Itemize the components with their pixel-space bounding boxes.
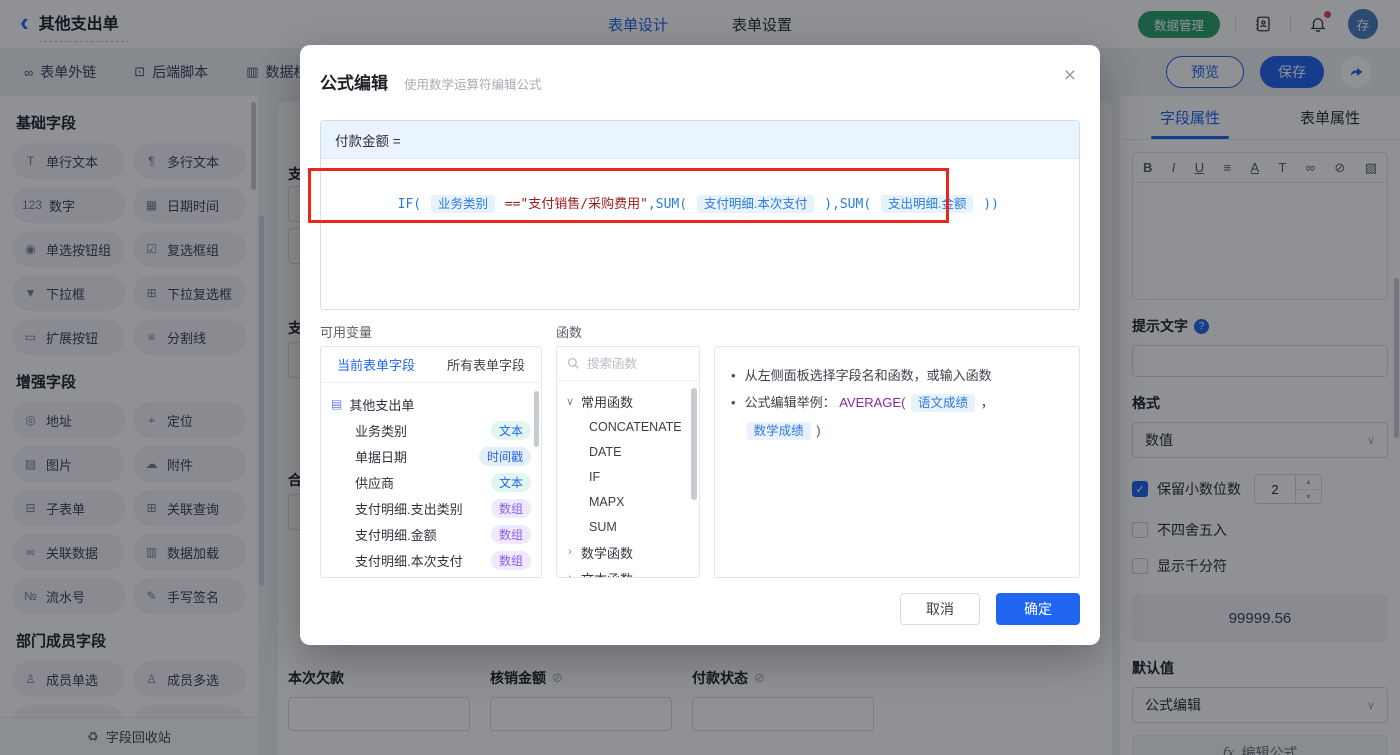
chevron-right-icon [565, 546, 575, 558]
formula-token: )) [975, 197, 999, 213]
cancel-button[interactable]: 取消 [900, 593, 980, 625]
function-item[interactable]: DATE [565, 439, 699, 464]
tip-line-1: • 从左侧面板选择字段名和函数，或输入函数 [731, 362, 1063, 389]
field-type-badge: 数组 [490, 550, 531, 570]
function-item[interactable]: SUM [565, 514, 699, 539]
field-type-badge: 数组 [490, 524, 531, 544]
formula-edit-modal: 公式编辑 使用数学运算符编辑公式 × 付款金额 = IF( 业务类别 =="支付… [300, 45, 1100, 645]
formula-token: =="支付销售/采购费用" [496, 197, 648, 213]
variables-box: 当前表单字段 所有表单字段 ▤ 其他支出单 业务类别 文本 单据日期 时间戳 供… [320, 346, 542, 578]
variables-label: 可用变量 [320, 325, 373, 340]
modal-subtitle: 使用数学运算符编辑公式 [404, 78, 542, 92]
functions-column: 函数 ∨ 常用函数 CONCATENATEDATEIFMAPXSUM [556, 310, 700, 578]
tip-line-2: • 公式编辑举例： AVERAGE( 语文成绩 ， 数学成绩 ) [731, 389, 1063, 445]
close-icon[interactable]: × [1064, 65, 1076, 86]
modal-footer: 取消 确定 [900, 593, 1080, 625]
function-group[interactable]: 文本函数 [565, 565, 699, 578]
modal-title: 公式编辑 [320, 74, 388, 93]
field-type-badge: 文本 [490, 472, 531, 492]
formula-editor: 付款金额 = IF( 业务类别 =="支付销售/采购费用",SUM( 支付明细.… [320, 120, 1080, 310]
chevron-right-icon [565, 572, 575, 577]
variable-field[interactable]: 支付明细.金额 数组 [331, 521, 541, 547]
bullet-icon: • [731, 395, 736, 410]
functions-box: ∨ 常用函数 CONCATENATEDATEIFMAPXSUM 数学函数 [556, 346, 700, 578]
variables-tree: ▤ 其他支出单 业务类别 文本 单据日期 时间戳 供应商 文本 支付明细.支出类… [321, 383, 541, 573]
chevron-down-icon: ∨ [565, 395, 575, 408]
bullet-icon: • [731, 368, 736, 383]
field-type-badge: 时间戳 [478, 446, 531, 466]
tab-all-form-fields[interactable]: 所有表单字段 [431, 347, 541, 382]
variable-field[interactable]: 支付明细.本次支付 数组 [331, 547, 541, 573]
formula-token: 业务类别 [430, 195, 495, 214]
modal-body: 可用变量 当前表单字段 所有表单字段 ▤ 其他支出单 业务类别 文本 单据日期 … [320, 310, 1080, 578]
variable-field[interactable]: 支付明细.支出类别 数组 [331, 495, 541, 521]
formula-input[interactable]: IF( 业务类别 =="支付销售/采购费用",SUM( 支付明细.本次支付 ),… [321, 159, 1079, 251]
variable-field[interactable]: 业务类别 文本 [331, 417, 541, 443]
function-tree: ∨ 常用函数 CONCATENATEDATEIFMAPXSUM 数学函数 [557, 381, 699, 578]
variables-root[interactable]: ▤ 其他支出单 [331, 391, 541, 417]
variable-field[interactable]: 单据日期 时间戳 [331, 443, 541, 469]
functions-scrollbar[interactable] [691, 388, 697, 500]
example-field-chip: 语文成绩 [911, 394, 976, 412]
function-search [557, 347, 699, 381]
formula-token: ),SUM( [816, 197, 879, 213]
variables-scrollbar[interactable] [534, 391, 539, 447]
tips-column: • 从左侧面板选择字段名和函数，或输入函数 • 公式编辑举例： AVERAGE(… [714, 310, 1080, 578]
example-field-chip: 数学成绩 [746, 422, 811, 440]
function-item[interactable]: IF [565, 464, 699, 489]
tab-current-form-fields[interactable]: 当前表单字段 [321, 347, 431, 382]
function-item[interactable]: CONCATENATE [565, 414, 699, 439]
function-group[interactable]: 数学函数 [565, 539, 699, 565]
search-icon [567, 357, 579, 369]
field-type-badge: 数组 [490, 498, 531, 518]
function-group-common[interactable]: ∨ 常用函数 [565, 388, 699, 414]
formula-token: 支出明细.金额 [881, 195, 974, 214]
formula-token: IF( [397, 197, 429, 213]
variables-column: 可用变量 当前表单字段 所有表单字段 ▤ 其他支出单 业务类别 文本 单据日期 … [320, 310, 542, 578]
field-type-badge: 文本 [490, 420, 531, 440]
search-input[interactable] [587, 356, 677, 371]
formula-target: 付款金额 = [321, 121, 1079, 159]
variable-field[interactable]: 供应商 文本 [331, 469, 541, 495]
modal-header: 公式编辑 使用数学运算符编辑公式 [300, 45, 1100, 94]
tips-box: • 从左侧面板选择字段名和函数，或输入函数 • 公式编辑举例： AVERAGE(… [714, 346, 1080, 578]
confirm-button[interactable]: 确定 [996, 593, 1080, 625]
variables-tabs: 当前表单字段 所有表单字段 [321, 347, 541, 383]
document-icon: ▤ [331, 397, 343, 411]
formula-token: ,SUM( [647, 197, 695, 213]
formula-token: 支付明细.本次支付 [696, 195, 815, 214]
functions-label: 函数 [556, 325, 583, 340]
app: ‹ 其他支出单 表单设计 表单设置 数据管理 存 ∞ 表单外链 ⊡ 后端脚本 ▥… [0, 0, 1400, 755]
function-item[interactable]: MAPX [565, 489, 699, 514]
